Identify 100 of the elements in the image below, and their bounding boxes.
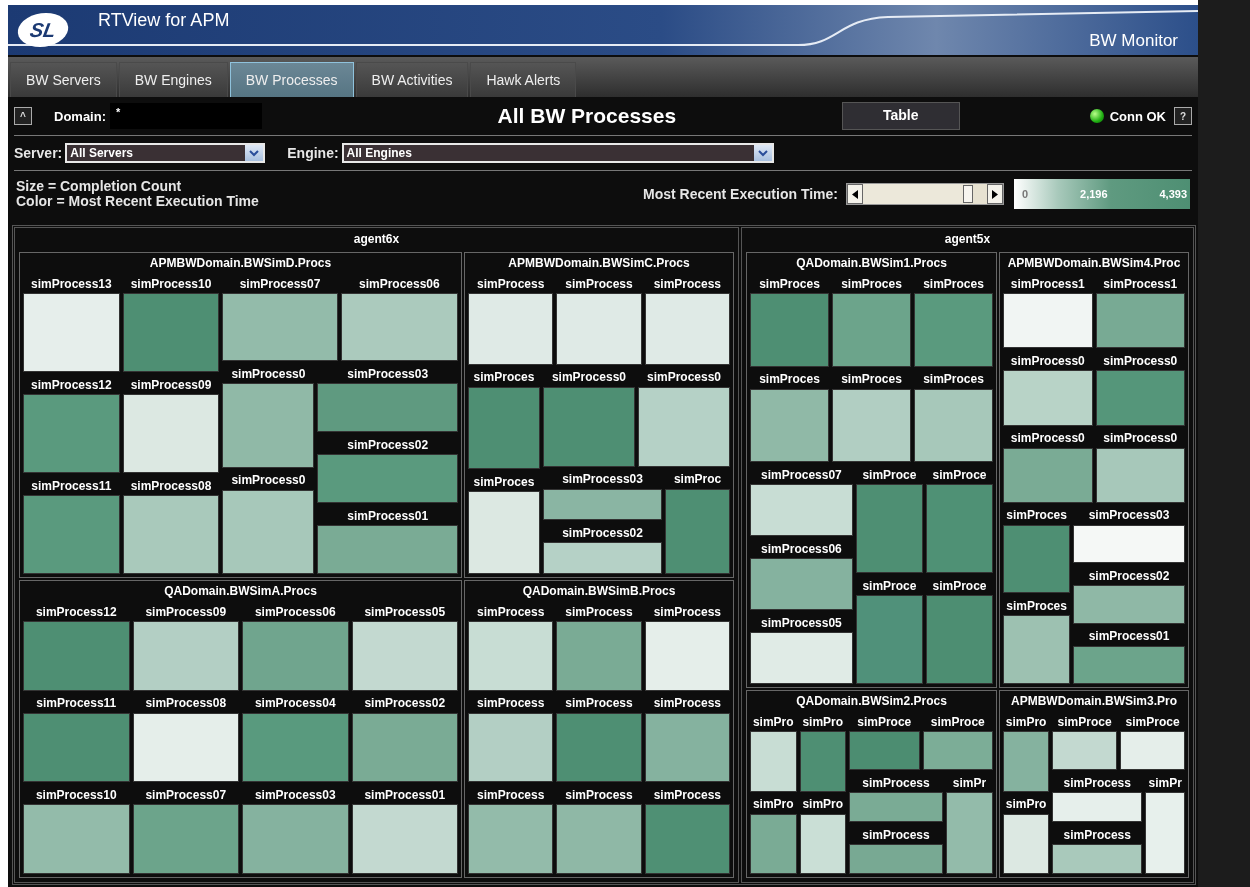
process-tile[interactable] xyxy=(556,621,642,691)
process-tile[interactable] xyxy=(849,844,943,874)
process-tile[interactable] xyxy=(222,489,315,574)
process-tile[interactable] xyxy=(1095,447,1185,503)
table-button[interactable]: Table xyxy=(841,102,960,130)
process-tile[interactable] xyxy=(542,542,663,574)
process-tile[interactable] xyxy=(468,386,540,470)
process-tile[interactable] xyxy=(468,293,554,365)
process-tile[interactable] xyxy=(644,804,730,874)
tab[interactable]: BW Activities xyxy=(355,62,469,97)
process-tile[interactable] xyxy=(644,621,730,691)
process-tile[interactable] xyxy=(222,293,338,362)
process-tile[interactable] xyxy=(750,731,797,792)
process-tile[interactable] xyxy=(750,388,829,463)
tab[interactable]: BW Engines xyxy=(118,62,228,97)
process-tile[interactable] xyxy=(1052,844,1143,874)
page-title: All BW Processes xyxy=(496,104,677,128)
process-tile[interactable] xyxy=(925,484,993,574)
process-tile[interactable] xyxy=(1073,524,1185,564)
process-tile[interactable] xyxy=(317,525,458,574)
process-tile[interactable] xyxy=(351,804,458,874)
process-tile[interactable] xyxy=(1095,370,1185,426)
process-tile[interactable] xyxy=(644,293,730,365)
domain-field[interactable]: * xyxy=(110,103,262,129)
process-tile[interactable] xyxy=(1052,792,1143,823)
process-tile[interactable] xyxy=(542,386,635,467)
process-tile[interactable] xyxy=(832,388,911,463)
process-tile[interactable] xyxy=(132,712,239,783)
process-tile[interactable] xyxy=(925,595,993,685)
process-tile[interactable] xyxy=(468,804,554,874)
process-tile[interactable] xyxy=(23,621,130,691)
process-tile[interactable] xyxy=(750,293,829,367)
process-tile[interactable] xyxy=(855,484,923,574)
process-tile[interactable] xyxy=(665,488,730,574)
process-tile[interactable] xyxy=(1003,293,1093,349)
process-tile[interactable] xyxy=(132,621,239,691)
process-tile[interactable] xyxy=(1095,293,1185,349)
filter-dropdown[interactable]: All Servers xyxy=(65,143,266,163)
filter-dropdown[interactable]: All Engines xyxy=(341,143,774,163)
process-tile[interactable] xyxy=(468,491,540,574)
process-tile[interactable] xyxy=(1052,731,1118,771)
tab[interactable]: BW Processes xyxy=(229,62,354,97)
process-tile[interactable] xyxy=(317,454,458,503)
process-tile[interactable] xyxy=(1003,731,1050,792)
process-tile[interactable] xyxy=(644,712,730,783)
help-button[interactable]: ? xyxy=(1174,107,1192,125)
process-tile[interactable] xyxy=(637,386,730,467)
process-tile[interactable] xyxy=(23,804,130,874)
process-tile[interactable] xyxy=(468,712,554,783)
process-tile[interactable] xyxy=(750,813,797,874)
process-tile[interactable] xyxy=(242,804,349,874)
process-tile[interactable] xyxy=(750,632,853,684)
process-tile[interactable] xyxy=(750,558,853,611)
process-tile[interactable] xyxy=(340,293,458,362)
process-tile[interactable] xyxy=(351,712,458,783)
process-tile[interactable] xyxy=(122,394,220,473)
process-label: simProcess xyxy=(861,826,931,844)
process-tile[interactable] xyxy=(1145,792,1185,874)
process-tile[interactable] xyxy=(23,394,120,473)
process-tile[interactable] xyxy=(468,621,554,691)
process-tile[interactable] xyxy=(556,712,642,783)
process-tile[interactable] xyxy=(946,792,993,874)
process-label: simPro xyxy=(1004,713,1048,731)
process-tile[interactable] xyxy=(351,621,458,691)
tab[interactable]: BW Servers xyxy=(10,62,117,97)
process-tile[interactable] xyxy=(1073,585,1185,624)
process-tile[interactable] xyxy=(832,293,911,367)
process-tile[interactable] xyxy=(242,712,349,783)
process-tile[interactable] xyxy=(914,293,993,367)
process-tile[interactable] xyxy=(914,388,993,463)
process-tile[interactable] xyxy=(1120,731,1185,771)
process-label: simProces xyxy=(840,371,903,389)
process-label: simProces xyxy=(472,369,536,387)
process-tile[interactable] xyxy=(1073,645,1185,684)
process-tile[interactable] xyxy=(1003,615,1071,684)
process-tile[interactable] xyxy=(23,293,120,372)
process-tile[interactable] xyxy=(556,293,642,365)
process-tile[interactable] xyxy=(23,712,130,783)
process-tile[interactable] xyxy=(1003,813,1050,874)
process-tile[interactable] xyxy=(1003,524,1071,594)
process-tile[interactable] xyxy=(799,813,846,874)
process-tile[interactable] xyxy=(542,488,663,521)
process-tile[interactable] xyxy=(122,293,220,372)
process-tile[interactable] xyxy=(222,383,315,468)
process-tile[interactable] xyxy=(1003,447,1093,503)
process-tile[interactable] xyxy=(556,804,642,874)
process-tile[interactable] xyxy=(23,495,120,574)
tab[interactable]: Hawk Alerts xyxy=(470,62,577,97)
process-tile[interactable] xyxy=(1003,370,1093,426)
process-tile[interactable] xyxy=(799,731,846,792)
process-tile[interactable] xyxy=(242,621,349,691)
process-tile[interactable] xyxy=(132,804,239,874)
process-tile[interactable] xyxy=(317,383,458,433)
process-tile[interactable] xyxy=(849,731,920,771)
process-tile[interactable] xyxy=(750,484,853,537)
process-tile[interactable] xyxy=(855,595,923,685)
collapse-button[interactable]: ^ xyxy=(14,107,32,125)
process-tile[interactable] xyxy=(849,792,943,823)
process-tile[interactable] xyxy=(922,731,993,771)
process-tile[interactable] xyxy=(122,495,220,574)
